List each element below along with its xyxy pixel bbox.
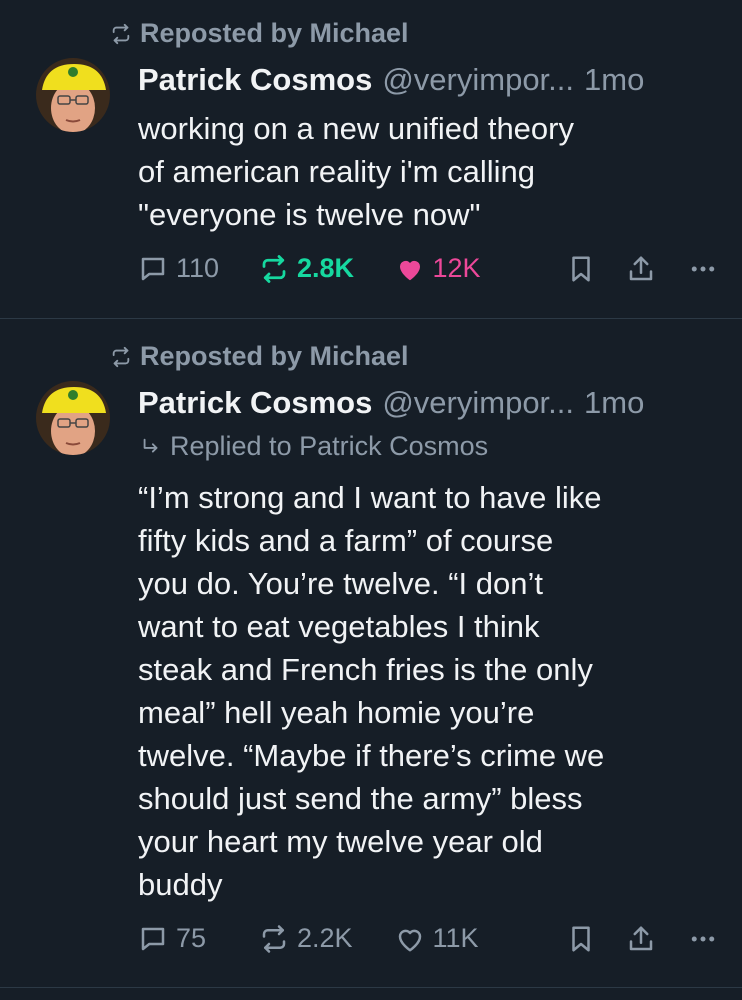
repost-icon bbox=[262, 254, 286, 283]
bookmark-button[interactable] bbox=[566, 924, 626, 954]
share-button[interactable] bbox=[626, 924, 688, 954]
share-button[interactable] bbox=[626, 254, 688, 284]
repost-label: Reposted by Michael bbox=[140, 18, 409, 48]
bookmark-icon bbox=[572, 926, 590, 951]
speech-bubble-icon bbox=[141, 257, 165, 280]
reply-count: 110 bbox=[176, 253, 220, 283]
repost-label: Reposted by Michael bbox=[140, 341, 409, 371]
repost-icon bbox=[112, 346, 130, 367]
more-options-button[interactable] bbox=[688, 924, 718, 954]
feed-post[interactable]: Reposted by Michael Patrick Cosmos @very… bbox=[0, 0, 742, 319]
ellipsis-icon bbox=[691, 266, 715, 271]
repost-indicator[interactable]: Reposted by Michael bbox=[110, 341, 409, 372]
share-icon bbox=[629, 926, 653, 950]
feed-post[interactable]: Reposted by Michael Patrick Cosmos @very… bbox=[0, 319, 742, 988]
author-name[interactable]: Patrick Cosmos bbox=[138, 62, 372, 98]
reply-arrow-icon bbox=[143, 438, 158, 452]
like-count: 12K bbox=[432, 253, 481, 283]
repost-button[interactable]: 2.8K bbox=[259, 253, 395, 284]
reply-context-label: Replied to Patrick Cosmos bbox=[170, 431, 489, 461]
speech-bubble-icon bbox=[141, 927, 165, 950]
post-actions: 75 2.2K 11K bbox=[138, 923, 718, 954]
post-header: Patrick Cosmos @veryimpor... 1mo bbox=[138, 385, 720, 421]
reply-context[interactable]: Replied to Patrick Cosmos bbox=[140, 431, 488, 462]
more-options-button[interactable] bbox=[688, 254, 718, 284]
repost-count: 2.2K bbox=[297, 923, 353, 953]
reply-count: 75 bbox=[176, 923, 207, 953]
repost-count: 2.8K bbox=[297, 253, 355, 283]
bookmark-icon bbox=[572, 256, 590, 281]
share-icon bbox=[629, 256, 653, 280]
reply-button[interactable]: 75 bbox=[138, 923, 259, 954]
post-time[interactable]: 1mo bbox=[584, 62, 644, 98]
heart-icon bbox=[398, 929, 421, 951]
avatar[interactable] bbox=[36, 58, 110, 132]
like-button[interactable]: 11K bbox=[395, 923, 531, 954]
feed: Reposted by Michael Patrick Cosmos @very… bbox=[0, 0, 742, 988]
repost-icon bbox=[112, 23, 130, 44]
heart-icon bbox=[399, 260, 420, 280]
post-header: Patrick Cosmos @veryimpor... 1mo bbox=[138, 62, 720, 98]
repost-button[interactable]: 2.2K bbox=[259, 923, 395, 954]
like-button[interactable]: 12K bbox=[395, 253, 531, 284]
author-name[interactable]: Patrick Cosmos bbox=[138, 385, 372, 421]
author-handle[interactable]: @veryimpor... bbox=[382, 62, 574, 98]
post-actions: 110 2.8K 12K bbox=[138, 253, 718, 284]
post-text: working on a new unified theory of ameri… bbox=[138, 111, 574, 232]
like-count: 11K bbox=[432, 923, 479, 953]
post-text: “I’m strong and I want to have like fift… bbox=[138, 480, 605, 902]
ellipsis-icon bbox=[691, 936, 715, 941]
bookmark-button[interactable] bbox=[566, 254, 626, 284]
reply-button[interactable]: 110 bbox=[138, 253, 259, 284]
post-time[interactable]: 1mo bbox=[584, 385, 644, 421]
author-handle[interactable]: @veryimpor... bbox=[382, 385, 574, 421]
repost-indicator[interactable]: Reposted by Michael bbox=[110, 18, 409, 49]
avatar[interactable] bbox=[36, 381, 110, 455]
repost-icon bbox=[262, 924, 286, 953]
